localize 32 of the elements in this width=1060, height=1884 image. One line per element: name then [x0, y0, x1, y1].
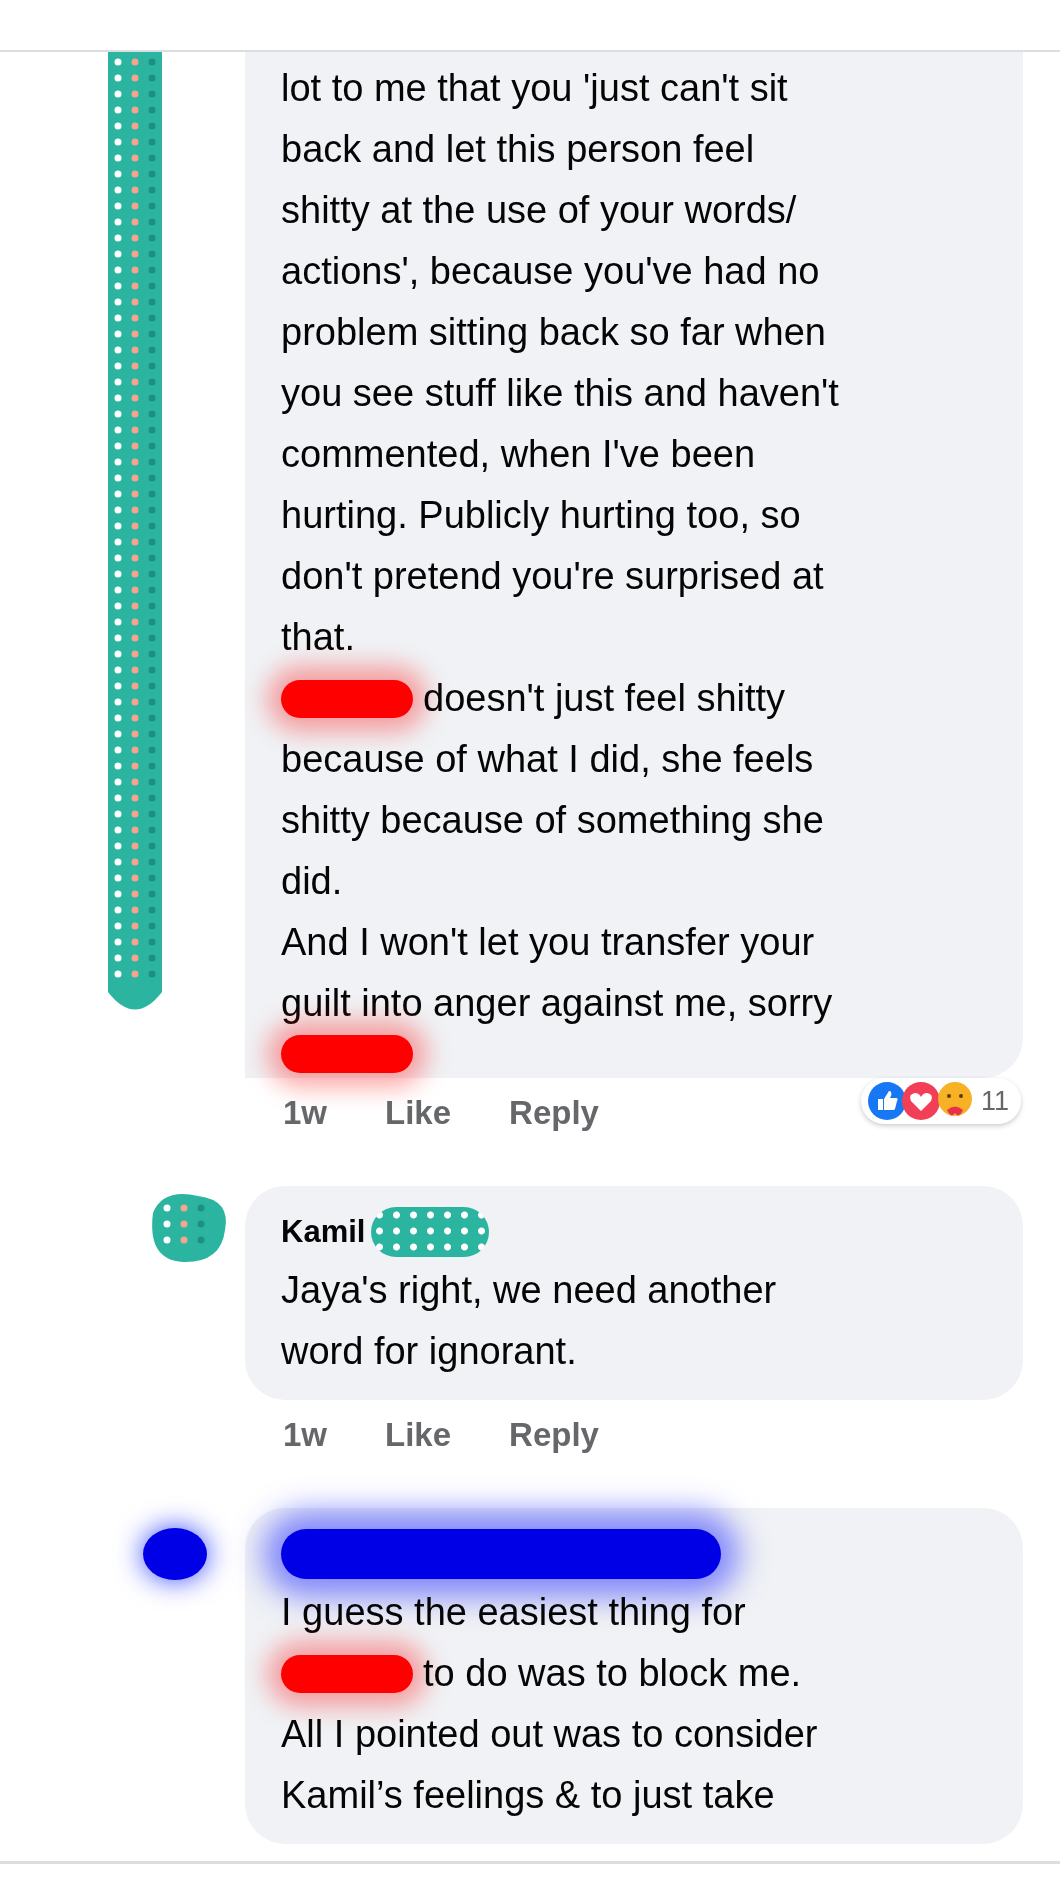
comment-text: lot to me that you 'just can't sit	[281, 66, 788, 111]
like-link[interactable]: Like	[385, 1416, 452, 1454]
comment-text: shitty because of something she	[281, 798, 824, 843]
reply-link[interactable]: Reply	[509, 1416, 599, 1454]
reaction-summary[interactable]: 11	[860, 1078, 1021, 1124]
comment-text: I guess the easiest thing for	[281, 1590, 746, 1635]
comment-text: doesn't just feel shitty	[423, 676, 786, 721]
comment-text: don't pretend you're surprised at	[281, 554, 824, 599]
comment-text: hurting. Publicly hurting too, so	[281, 493, 801, 538]
comment-text: that.	[281, 615, 355, 660]
comment-text: All I pointed out was to consider	[281, 1712, 818, 1757]
like-link[interactable]: Like	[385, 1094, 452, 1132]
comment-text: because of what I did, she feels	[281, 737, 814, 782]
comment-text: word for ignorant.	[281, 1329, 577, 1374]
comment-text: commented, when I've been	[281, 432, 756, 477]
comment-text: Jaya's right, we need another	[281, 1268, 777, 1313]
comment-time: 1w	[283, 1416, 328, 1454]
comment-text: Kamil’s feelings & to just take	[281, 1773, 775, 1818]
like-icon	[866, 1081, 907, 1121]
comment-text: guilt into anger against me, sorry	[281, 981, 833, 1026]
reaction-count: 11	[980, 1085, 1009, 1117]
reply-link[interactable]: Reply	[509, 1094, 599, 1132]
comment-text: did.	[281, 859, 343, 904]
comment-text: back and let this person feel	[281, 127, 755, 172]
comment-text: problem sitting back so far when	[281, 310, 826, 355]
comment-text: you see stuff like this and haven't	[281, 371, 839, 416]
comment-text: And I won't let you transfer your	[281, 920, 815, 965]
comment-time: 1w	[283, 1094, 328, 1132]
author-name[interactable]: Kamil	[281, 1214, 366, 1250]
comment-text: shitty at the use of your words/	[281, 188, 797, 233]
comment-text: to do was to block me.	[423, 1651, 802, 1696]
comment-text: actions', because you've had no	[281, 249, 820, 294]
